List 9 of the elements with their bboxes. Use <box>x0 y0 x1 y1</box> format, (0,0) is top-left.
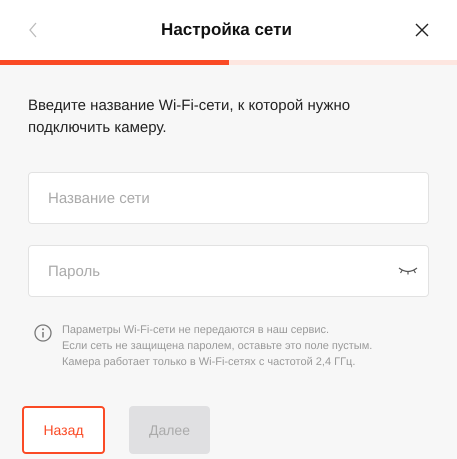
info-icon <box>34 324 52 342</box>
password-field[interactable]: Пароль <box>28 245 429 297</box>
eye-closed-icon[interactable] <box>398 267 418 275</box>
dialog-title: Настройка сети <box>161 19 292 42</box>
close-icon[interactable] <box>414 23 429 37</box>
back-button[interactable]: Назад <box>22 406 105 454</box>
instruction-text: Введите название Wi-Fi-сети, к которой нужно подключить камеру. <box>28 96 352 138</box>
network-name-field[interactable]: Название сети <box>28 172 429 224</box>
info-note: Параметры Wi-Fi-сети не передаются в наш сервис. Если сеть не защищена паролем, оставьте это поле пустым. Камера работает только в Wi-Fi-сетях с частотой 2,4 ГГц. <box>62 323 372 370</box>
